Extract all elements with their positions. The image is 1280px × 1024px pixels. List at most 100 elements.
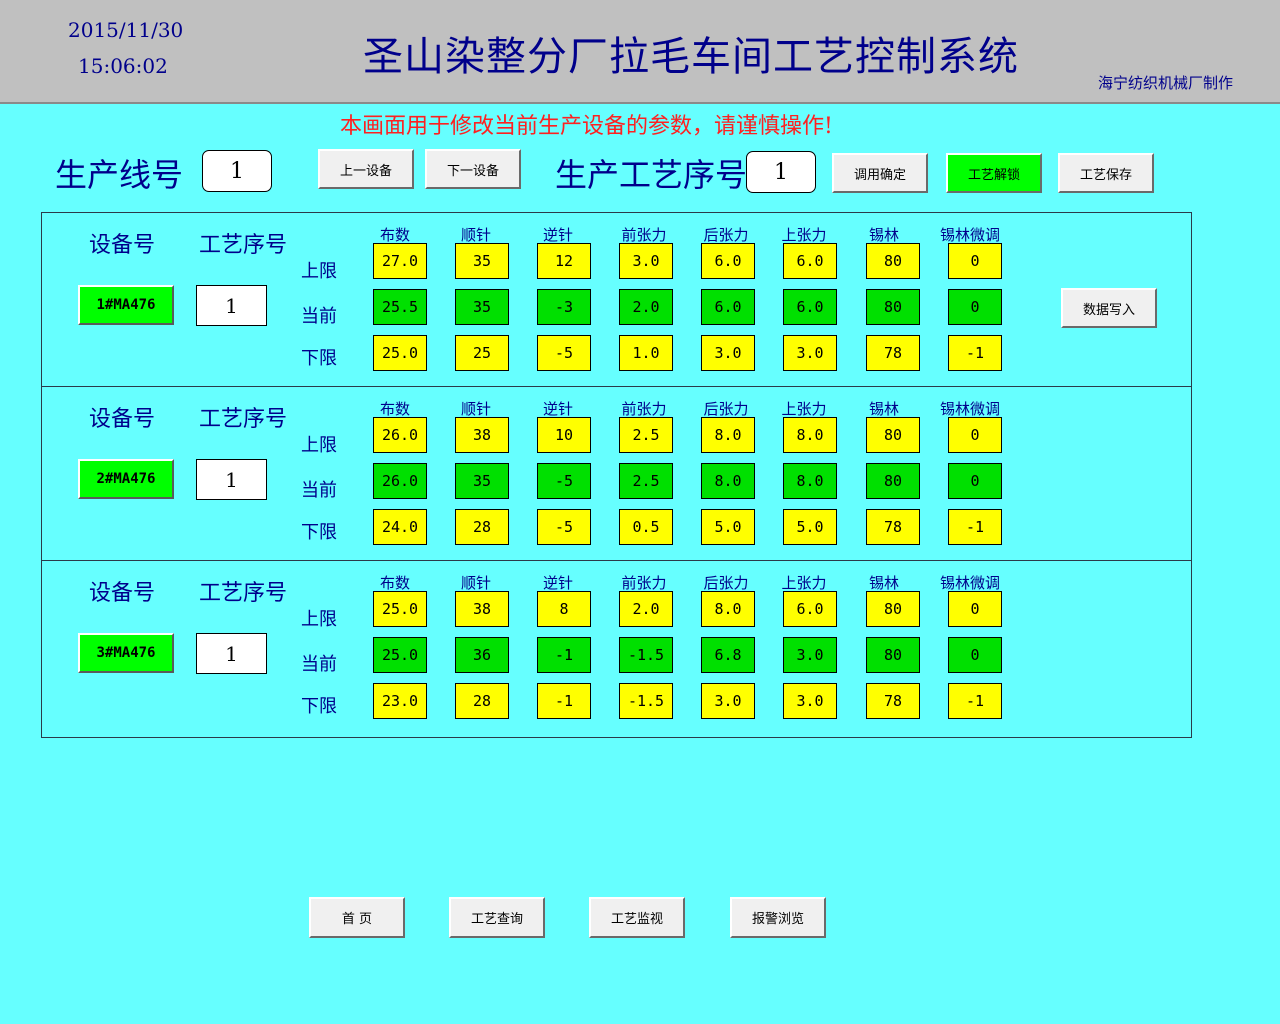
current-value-cell[interactable]: 25.5 [373, 289, 427, 325]
row-label-upper: 上限 [301, 609, 337, 630]
lower-value-cell[interactable]: -1.5 [619, 683, 673, 719]
process-seq-label: 工艺序号 [199, 407, 288, 432]
column-header: 前张力 [621, 226, 667, 244]
upper-value-cell[interactable]: 6.0 [783, 591, 837, 627]
upper-value-cell[interactable]: 80 [866, 591, 920, 627]
device-id-button[interactable]: 2#MA476 [78, 459, 174, 499]
upper-value-cell[interactable]: 0 [948, 591, 1002, 627]
upper-value-cell[interactable]: 35 [455, 243, 509, 279]
lower-value-cell[interactable]: 78 [866, 335, 920, 371]
lower-value-cell[interactable]: -1 [948, 335, 1002, 371]
upper-value-cell[interactable]: 80 [866, 417, 920, 453]
current-value-cell[interactable]: 80 [866, 637, 920, 673]
lower-value-cell[interactable]: -1 [948, 683, 1002, 719]
lower-value-cell[interactable]: 23.0 [373, 683, 427, 719]
current-value-cell[interactable]: 6.8 [701, 637, 755, 673]
column-header: 上张力 [781, 226, 827, 244]
upper-value-cell[interactable]: 25.0 [373, 591, 427, 627]
write-data-button[interactable]: 数据写入 [1061, 288, 1157, 328]
lower-value-cell[interactable]: 3.0 [783, 335, 837, 371]
upper-value-cell[interactable]: 38 [455, 417, 509, 453]
upper-value-cell[interactable]: 2.0 [619, 591, 673, 627]
save-process-button[interactable]: 工艺保存 [1058, 153, 1154, 193]
current-value-cell[interactable]: 0 [948, 463, 1002, 499]
upper-value-cell[interactable]: 3.0 [619, 243, 673, 279]
current-value-cell[interactable]: 0 [948, 637, 1002, 673]
lower-value-cell[interactable]: 25 [455, 335, 509, 371]
device-seq-input[interactable]: 1 [196, 633, 267, 674]
lower-value-cell[interactable]: -5 [537, 335, 591, 371]
lower-value-cell[interactable]: 78 [866, 509, 920, 545]
current-value-cell[interactable]: -3 [537, 289, 591, 325]
column-header: 锡林微调 [939, 574, 1000, 592]
device-number-label: 设备号 [89, 233, 156, 258]
nav-query-button[interactable]: 工艺查询 [449, 897, 545, 938]
nav-alarm-button[interactable]: 报警浏览 [730, 897, 826, 938]
process-seq-label: 生产工艺序号 [555, 156, 748, 194]
upper-value-cell[interactable]: 38 [455, 591, 509, 627]
current-value-cell[interactable]: 80 [866, 289, 920, 325]
time-display: 15:06:02 [78, 54, 168, 78]
lower-value-cell[interactable]: 78 [866, 683, 920, 719]
nav-home-button[interactable]: 首 页 [309, 897, 405, 938]
column-header: 锡林 [868, 226, 899, 244]
upper-value-cell[interactable]: 0 [948, 243, 1002, 279]
current-value-cell[interactable]: 26.0 [373, 463, 427, 499]
call-confirm-button[interactable]: 调用确定 [832, 153, 928, 193]
next-device-button[interactable]: 下一设备 [425, 149, 521, 189]
current-value-cell[interactable]: 3.0 [783, 637, 837, 673]
line-number-input[interactable]: 1 [202, 150, 272, 192]
lower-value-cell[interactable]: 3.0 [783, 683, 837, 719]
nav-monitor-button[interactable]: 工艺监视 [589, 897, 685, 938]
process-seq-input[interactable]: 1 [746, 151, 816, 193]
lower-value-cell[interactable]: -1 [537, 683, 591, 719]
device-id-button[interactable]: 1#MA476 [78, 285, 174, 325]
current-value-cell[interactable]: 2.0 [619, 289, 673, 325]
current-value-cell[interactable]: 8.0 [701, 463, 755, 499]
lower-value-cell[interactable]: 28 [455, 683, 509, 719]
current-value-cell[interactable]: 6.0 [701, 289, 755, 325]
lower-value-cell[interactable]: 25.0 [373, 335, 427, 371]
upper-value-cell[interactable]: 6.0 [701, 243, 755, 279]
current-value-cell[interactable]: 0 [948, 289, 1002, 325]
upper-value-cell[interactable]: 8.0 [701, 591, 755, 627]
column-header: 逆针 [542, 226, 573, 244]
current-value-cell[interactable]: 35 [455, 289, 509, 325]
upper-value-cell[interactable]: 0 [948, 417, 1002, 453]
lower-value-cell[interactable]: -5 [537, 509, 591, 545]
device-id-button[interactable]: 3#MA476 [78, 633, 174, 673]
current-value-cell[interactable]: 8.0 [783, 463, 837, 499]
current-value-cell[interactable]: 6.0 [783, 289, 837, 325]
lower-value-cell[interactable]: 3.0 [701, 335, 755, 371]
current-value-cell[interactable]: 35 [455, 463, 509, 499]
lower-value-cell[interactable]: 5.0 [783, 509, 837, 545]
upper-value-cell[interactable]: 10 [537, 417, 591, 453]
current-value-cell[interactable]: -1.5 [619, 637, 673, 673]
upper-value-cell[interactable]: 8.0 [701, 417, 755, 453]
unlock-process-button[interactable]: 工艺解锁 [946, 153, 1042, 193]
upper-value-cell[interactable]: 26.0 [373, 417, 427, 453]
current-value-cell[interactable]: -5 [537, 463, 591, 499]
upper-value-cell[interactable]: 8.0 [783, 417, 837, 453]
lower-value-cell[interactable]: 5.0 [701, 509, 755, 545]
upper-value-cell[interactable]: 6.0 [783, 243, 837, 279]
upper-value-cell[interactable]: 27.0 [373, 243, 427, 279]
device-seq-input[interactable]: 1 [196, 285, 267, 326]
lower-value-cell[interactable]: 0.5 [619, 509, 673, 545]
current-value-cell[interactable]: 25.0 [373, 637, 427, 673]
lower-value-cell[interactable]: 28 [455, 509, 509, 545]
lower-value-cell[interactable]: 3.0 [701, 683, 755, 719]
lower-value-cell[interactable]: 24.0 [373, 509, 427, 545]
lower-value-cell[interactable]: 1.0 [619, 335, 673, 371]
upper-value-cell[interactable]: 8 [537, 591, 591, 627]
upper-value-cell[interactable]: 2.5 [619, 417, 673, 453]
device-seq-input[interactable]: 1 [196, 459, 267, 500]
current-value-cell[interactable]: -1 [537, 637, 591, 673]
lower-value-cell[interactable]: -1 [948, 509, 1002, 545]
upper-value-cell[interactable]: 80 [866, 243, 920, 279]
current-value-cell[interactable]: 2.5 [619, 463, 673, 499]
prev-device-button[interactable]: 上一设备 [318, 149, 414, 189]
current-value-cell[interactable]: 36 [455, 637, 509, 673]
upper-value-cell[interactable]: 12 [537, 243, 591, 279]
current-value-cell[interactable]: 80 [866, 463, 920, 499]
